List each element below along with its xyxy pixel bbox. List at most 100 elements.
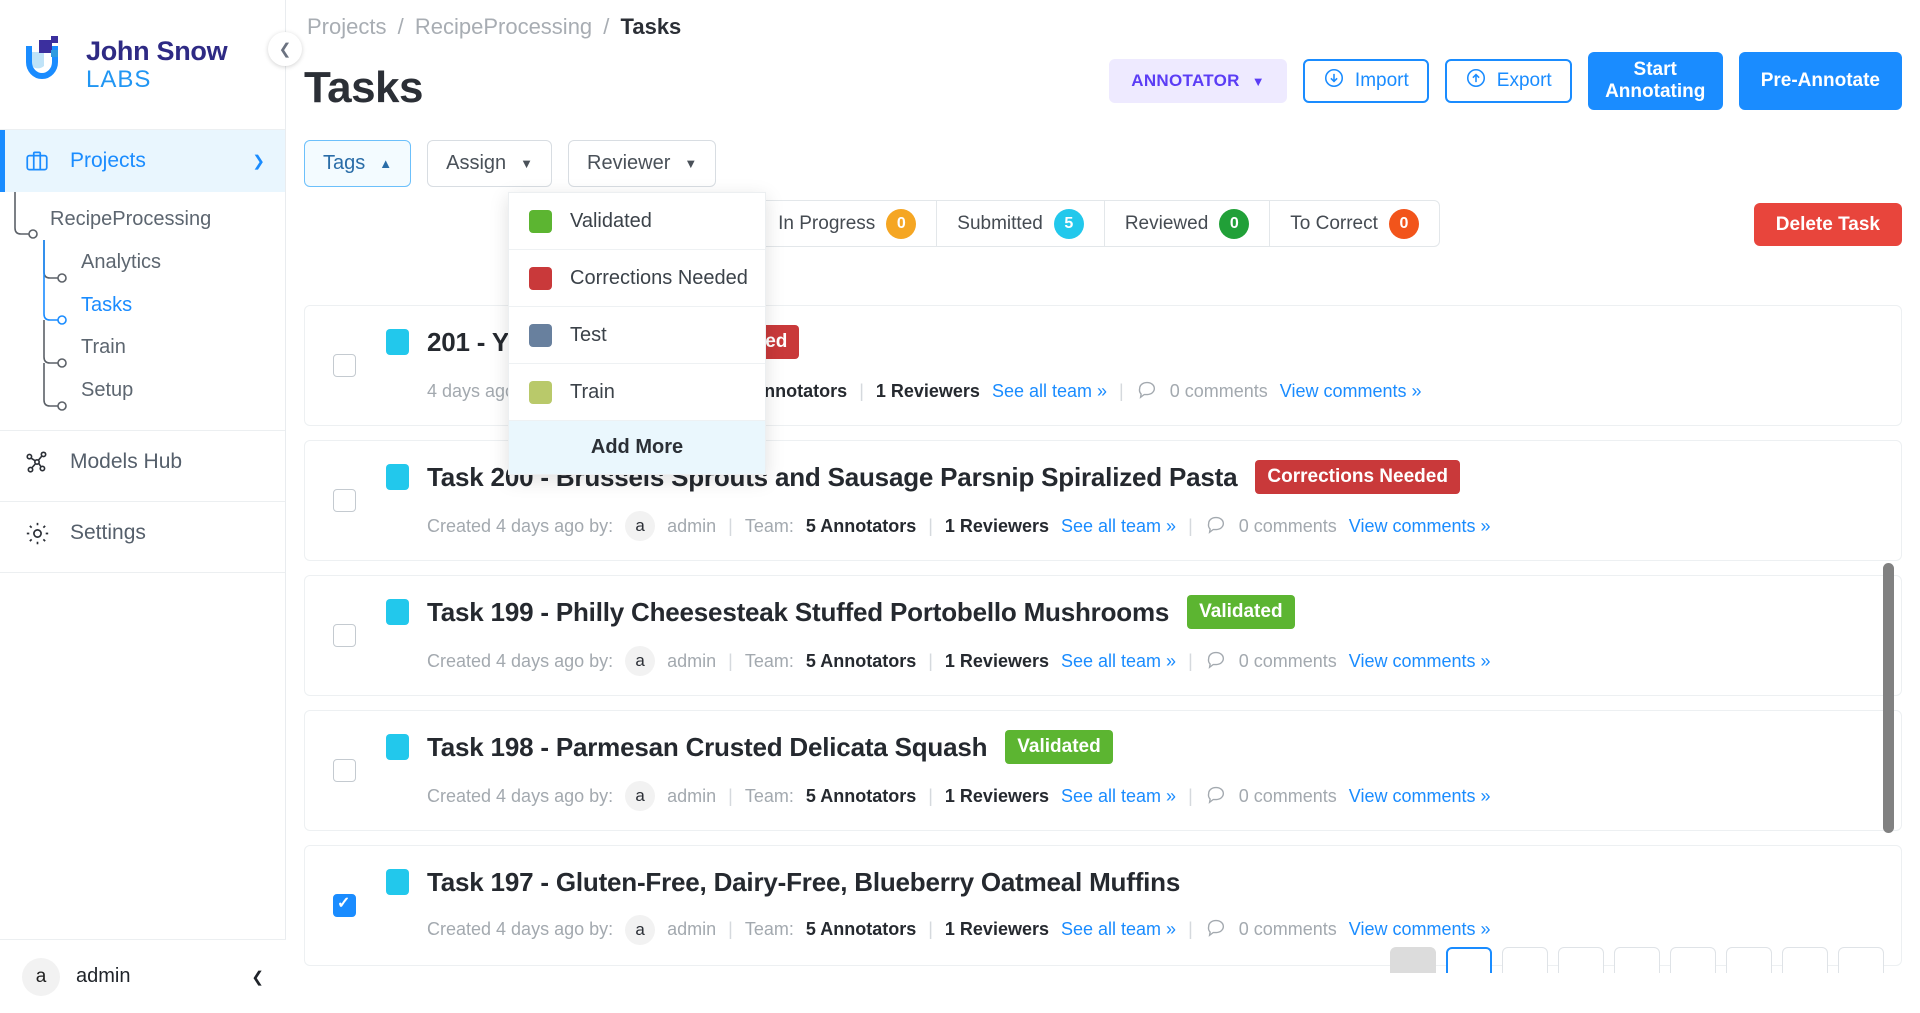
- assign-filter-button[interactable]: Assign ▼: [427, 140, 553, 187]
- see-all-team-link[interactable]: See all team »: [1061, 651, 1176, 672]
- view-comments-link[interactable]: View comments »: [1280, 381, 1422, 402]
- task-checkbox[interactable]: [333, 759, 356, 782]
- tree-item-tasks[interactable]: Tasks: [0, 284, 285, 326]
- task-checkbox[interactable]: [333, 489, 356, 512]
- tree-item-label: RecipeProcessing: [50, 207, 212, 230]
- sidebar-item-label-models-hub: Models Hub: [70, 450, 183, 473]
- pagination-prev[interactable]: [1390, 947, 1436, 973]
- tags-dropdown-menu: Validated Corrections Needed Test Train …: [508, 192, 766, 475]
- status-tab-reviewed[interactable]: Reviewed 0: [1105, 201, 1271, 246]
- comment-icon: [1136, 378, 1158, 405]
- divider: |: [1119, 380, 1124, 401]
- task-tag-swatch: [386, 599, 409, 625]
- tag-option-test[interactable]: Test: [509, 307, 765, 364]
- task-created: Created 4 days ago by:: [427, 785, 614, 806]
- task-reviewers: 1 Reviewers: [944, 650, 1049, 671]
- tree-item-analytics[interactable]: Analytics: [0, 240, 285, 284]
- gear-icon: [22, 518, 52, 548]
- pagination-page-2[interactable]: [1502, 947, 1548, 973]
- tag-option-label: Test: [570, 323, 607, 346]
- task-status-chip: Validated: [1005, 730, 1113, 764]
- task-checkbox[interactable]: [333, 354, 356, 377]
- task-title[interactable]: Task 197 - Gluten-Free, Dairy-Free, Blue…: [427, 867, 1180, 898]
- chevron-up-icon: ❮: [251, 968, 264, 986]
- see-all-team-link[interactable]: See all team »: [1061, 786, 1176, 807]
- status-tab-in-progress[interactable]: In Progress 0: [758, 201, 938, 246]
- status-badge: 0: [1219, 208, 1250, 239]
- chevron-up-icon: ▲: [379, 156, 393, 171]
- task-checkbox[interactable]: [333, 893, 356, 917]
- divider: |: [1188, 515, 1193, 536]
- tag-option-train[interactable]: Train: [509, 364, 765, 421]
- task-created: Created 4 days ago by:: [427, 919, 614, 939]
- tag-option-validated[interactable]: Validated: [509, 193, 765, 250]
- pagination-page-6[interactable]: [1726, 947, 1772, 973]
- task-row[interactable]: Task 198 - Parmesan Crusted Delicata Squ…: [304, 710, 1902, 831]
- main-content: Projects / RecipeProcessing / Tasks Task…: [286, 0, 1920, 1013]
- start-annotating-button[interactable]: Start Annotating: [1587, 52, 1723, 110]
- task-title[interactable]: Task 198 - Parmesan Crusted Delicata Squ…: [427, 732, 987, 763]
- pagination-page-3[interactable]: [1558, 947, 1604, 973]
- pagination-page-1[interactable]: [1446, 947, 1492, 973]
- see-all-team-link[interactable]: See all team »: [1061, 516, 1176, 537]
- view-comments-link[interactable]: View comments »: [1349, 919, 1491, 940]
- sidebar-item-label-settings: Settings: [70, 521, 146, 544]
- status-tab-label: In Progress: [778, 212, 876, 234]
- user-profile-button[interactable]: a admin ❮: [0, 939, 286, 1013]
- divider: |: [928, 919, 933, 939]
- status-tab-to-correct[interactable]: To Correct 0: [1270, 201, 1439, 246]
- pre-annotate-button[interactable]: Pre-Annotate: [1738, 52, 1902, 110]
- avatar: a: [625, 646, 656, 676]
- status-tab-submitted[interactable]: Submitted 5: [937, 201, 1105, 246]
- chevron-down-icon: ▼: [1251, 73, 1265, 89]
- tag-option-label: Train: [570, 380, 615, 403]
- chevron-down-icon: ▼: [520, 156, 534, 171]
- tag-option-corrections-needed[interactable]: Corrections Needed: [509, 250, 765, 307]
- task-author: admin: [667, 515, 717, 536]
- divider: |: [728, 919, 733, 939]
- tree-item-recipeprocessing[interactable]: RecipeProcessing: [0, 198, 285, 240]
- user-name: admin: [76, 965, 131, 987]
- list-scrollbar-thumb[interactable]: [1883, 563, 1894, 833]
- see-all-team-link[interactable]: See all team »: [1061, 919, 1176, 940]
- john-snow-labs-logo-icon: [22, 35, 74, 94]
- reviewer-filter-button[interactable]: Reviewer ▼: [568, 140, 717, 187]
- pagination: [644, 947, 1884, 973]
- brand-logo[interactable]: John Snow LABS: [0, 0, 285, 130]
- sidebar-item-settings[interactable]: Settings: [0, 502, 285, 564]
- add-more-button[interactable]: Add More: [509, 421, 765, 474]
- task-row[interactable]: Task 199 - Philly Cheesesteak Stuffed Po…: [304, 575, 1902, 696]
- delete-task-button[interactable]: Delete Task: [1753, 203, 1902, 246]
- task-tag-swatch: [386, 869, 409, 895]
- upload-circle-icon: [1465, 67, 1487, 95]
- import-label: Import: [1354, 70, 1409, 91]
- breadcrumb-projects[interactable]: Projects: [307, 14, 386, 39]
- export-button[interactable]: Export: [1444, 59, 1572, 103]
- download-circle-icon: [1323, 67, 1345, 95]
- comment-icon: [1205, 783, 1227, 810]
- pagination-page-5[interactable]: [1670, 947, 1716, 973]
- view-comments-link[interactable]: View comments »: [1349, 651, 1491, 672]
- see-all-team-link[interactable]: See all team »: [992, 381, 1107, 402]
- sidebar-item-projects[interactable]: Projects ❯: [0, 130, 285, 192]
- import-button[interactable]: Import: [1302, 59, 1429, 103]
- task-reviewers: 1 Reviewers: [944, 515, 1049, 536]
- task-title[interactable]: Task 199 - Philly Cheesesteak Stuffed Po…: [427, 597, 1169, 628]
- divider: |: [1188, 650, 1193, 671]
- task-checkbox[interactable]: [333, 624, 356, 647]
- pagination-next[interactable]: [1838, 947, 1884, 973]
- tree-item-setup[interactable]: Setup: [0, 369, 285, 412]
- tags-filter-button[interactable]: Tags ▲: [304, 140, 412, 187]
- pagination-page-4[interactable]: [1614, 947, 1660, 973]
- tree-item-label: Tasks: [81, 293, 133, 316]
- breadcrumb-recipeprocessing[interactable]: RecipeProcessing: [415, 14, 592, 39]
- filter-bar: Tags ▲ Assign ▼ Reviewer ▼: [304, 140, 717, 187]
- role-selector-button[interactable]: ANNOTATOR ▼: [1109, 59, 1287, 103]
- sidebar-collapse-button[interactable]: ❮: [268, 32, 302, 66]
- view-comments-link[interactable]: View comments »: [1349, 516, 1491, 537]
- tree-item-train[interactable]: Train: [0, 326, 285, 369]
- task-created: Created 4 days ago by:: [427, 515, 614, 536]
- sidebar-item-models-hub[interactable]: Models Hub: [0, 431, 285, 493]
- pagination-page-7[interactable]: [1782, 947, 1828, 973]
- view-comments-link[interactable]: View comments »: [1349, 786, 1491, 807]
